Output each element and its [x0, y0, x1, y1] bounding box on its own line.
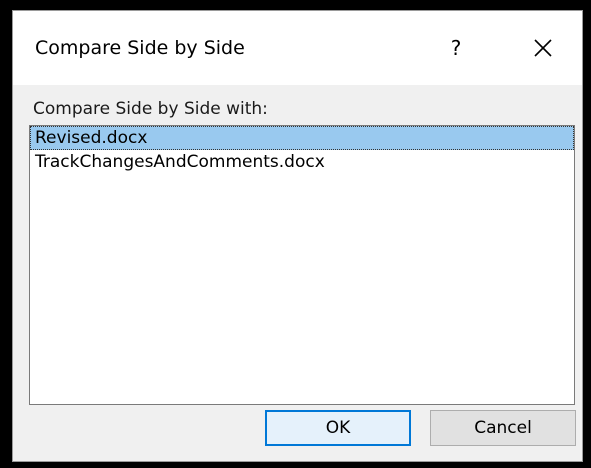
cancel-button[interactable]: Cancel: [430, 410, 576, 446]
dialog-title: Compare Side by Side: [35, 37, 245, 59]
list-item-revised[interactable]: Revised.docx: [30, 126, 574, 150]
compare-with-label: Compare Side by Side with:: [33, 99, 268, 119]
document-listbox[interactable]: Revised.docx TrackChangesAndComments.doc…: [29, 125, 575, 405]
close-button[interactable]: [525, 31, 561, 65]
title-bar: Compare Side by Side ?: [13, 11, 582, 85]
help-button[interactable]: ?: [441, 31, 471, 65]
ok-button[interactable]: OK: [265, 410, 411, 446]
close-icon: [534, 39, 552, 57]
compare-side-by-side-dialog: Compare Side by Side ? Compare Side by S…: [12, 10, 583, 462]
list-item-trackchanges[interactable]: TrackChangesAndComments.docx: [30, 150, 574, 174]
